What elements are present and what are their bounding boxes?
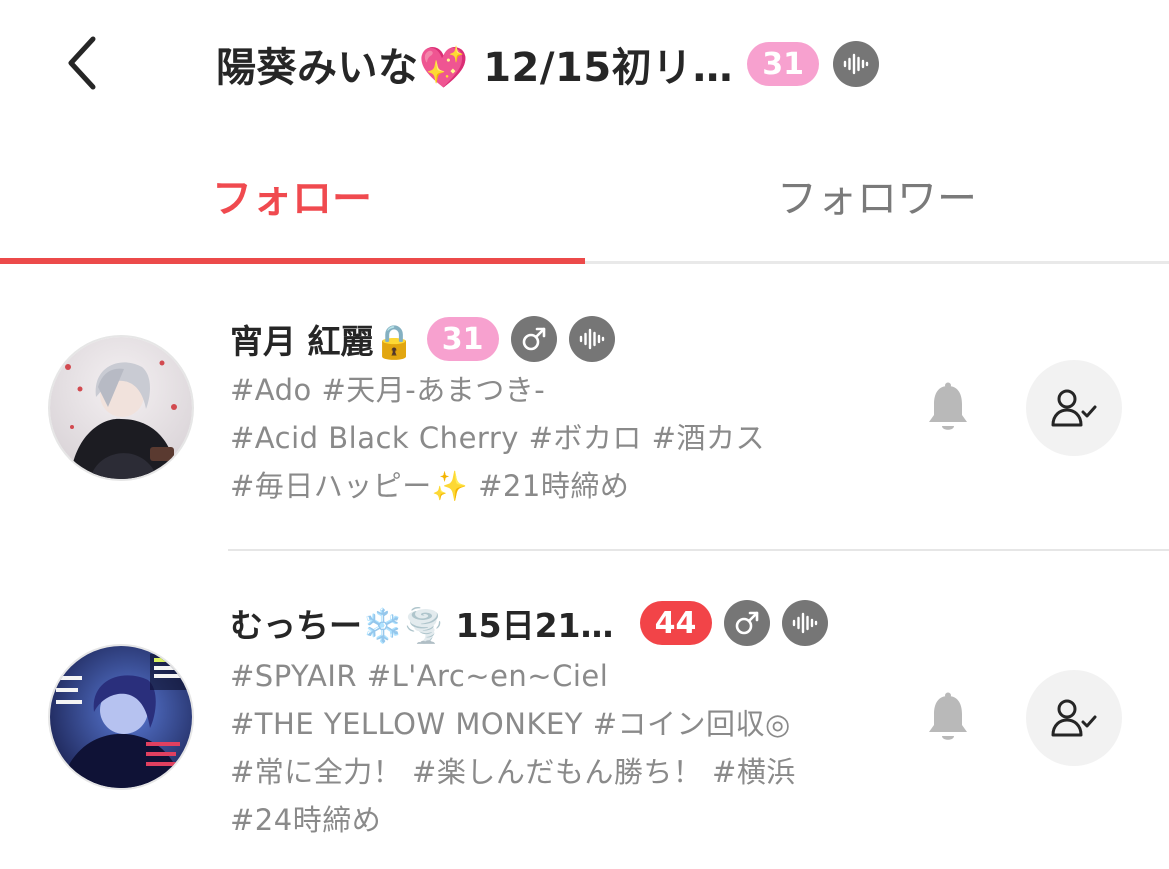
tag-line: #毎日ハッピー✨ #21時締め [230, 469, 630, 503]
tag-line: #SPYAIR #L'Arc~en~Ciel [230, 659, 609, 693]
male-icon [510, 316, 557, 362]
tag-list: #SPYAIR #L'Arc~en~Ciel #THE YELLOW MONKE… [230, 652, 880, 844]
tag-line: #24時締め [230, 803, 382, 837]
voice-wave-icon[interactable] [568, 316, 615, 362]
tag-list: #Ado #天月-あまつき- #Acid Black Cherry #ボカロ #… [230, 366, 880, 510]
page-title: 陽葵みいな💖 12/15初リ… [216, 45, 734, 91]
voice-wave-icon[interactable] [781, 600, 828, 646]
following-status-button[interactable] [1026, 670, 1122, 766]
level-badge: 31 [426, 317, 499, 361]
tab-followers[interactable]: フォロワー [585, 160, 1169, 230]
user-name: むっちー❄️🌪️ 15日21… [230, 606, 614, 645]
list-item[interactable]: むっちー❄️🌪️ 15日21… 44 #SPYAIR #L'Arc~en~Cie… [0, 590, 1169, 869]
title-row: 陽葵みいな💖 12/15初リ… 31 [216, 36, 880, 92]
name-row: むっちー❄️🌪️ 15日21… 44 [230, 596, 828, 650]
tag-line: #Ado #天月-あまつき- [230, 373, 546, 407]
user-check-icon [1051, 699, 1097, 737]
notification-bell-button[interactable] [920, 378, 976, 438]
active-tab-indicator [0, 258, 585, 264]
avatar[interactable] [50, 337, 192, 479]
following-status-button[interactable] [1026, 360, 1122, 456]
back-button[interactable] [52, 30, 112, 96]
tag-line: #Acid Black Cherry #ボカロ #酒カス [230, 421, 765, 455]
avatar[interactable] [50, 646, 192, 788]
bell-icon [929, 692, 967, 740]
bell-icon [929, 382, 967, 430]
back-arrow-icon [68, 36, 96, 90]
tag-line: #常に全力！ #楽しんだもん勝ち！ #横浜 [230, 755, 796, 789]
tab-follow[interactable]: フォロー [0, 160, 584, 230]
header: 陽葵みいな💖 12/15初リ… 31 [0, 0, 1169, 125]
notification-bell-button[interactable] [920, 688, 976, 748]
list-item[interactable]: 宵月 紅麗🔒 31 #Ado #天月-あまつき- #Acid Black Che… [0, 300, 1169, 550]
tab-divider [585, 261, 1169, 264]
male-icon [723, 600, 770, 646]
tab-bar: フォロー フォロワー [0, 140, 1169, 266]
tag-line: #THE YELLOW MONKEY #コイン回収◎ [230, 707, 791, 741]
name-row: 宵月 紅麗🔒 31 [230, 312, 615, 366]
level-badge: 44 [639, 601, 712, 645]
divider [228, 549, 1169, 551]
following-list-screen: 陽葵みいな💖 12/15初リ… 31 フォロー フォロワー 宵月 紅麗🔒 31 … [0, 0, 1169, 869]
level-badge: 31 [747, 42, 820, 86]
voice-wave-icon[interactable] [833, 41, 880, 87]
user-check-icon [1051, 389, 1097, 427]
user-name: 宵月 紅麗🔒 [230, 322, 415, 361]
